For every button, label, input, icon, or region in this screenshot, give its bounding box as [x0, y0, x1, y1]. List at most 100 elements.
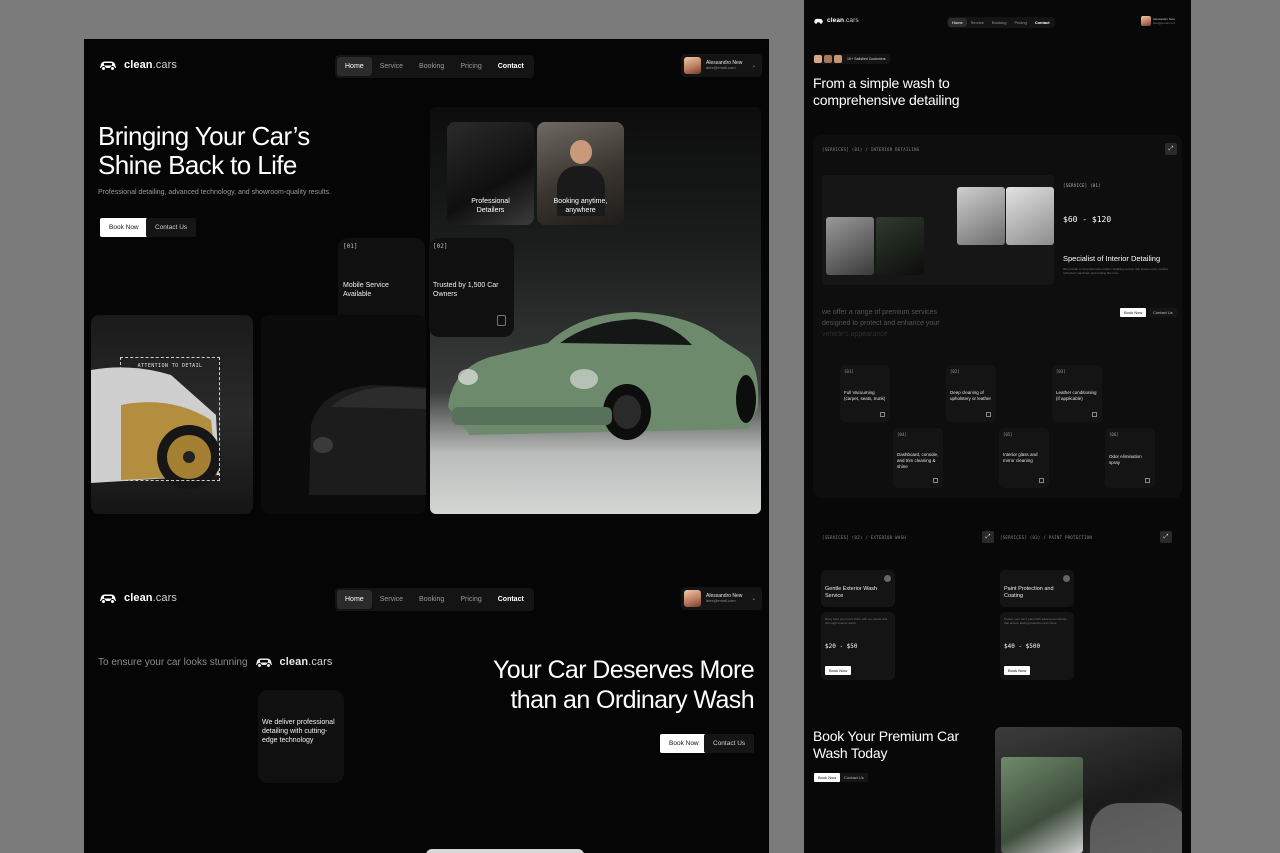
book-now-button[interactable]: Book Now — [1120, 308, 1147, 317]
nav-booking[interactable]: Booking — [988, 18, 1010, 27]
paint-details: Protect your car's paint with advanced c… — [1000, 612, 1074, 680]
main-nav-secondary: Home Service Booking Pricing Contact — [335, 588, 534, 611]
deliver-tile: We deliver professional detailing with cu… — [258, 690, 344, 783]
nav-contact[interactable]: Contact — [490, 590, 532, 609]
user-menu[interactable]: Alessandro New alex@email.com — [1141, 16, 1175, 26]
badge-icon — [497, 315, 506, 326]
grid-icon — [1039, 478, 1044, 483]
grid-icon — [1145, 478, 1150, 483]
hero-title: Bringing Your Car’s Shine Back to Life — [98, 121, 310, 180]
logo[interactable]: clean.cars — [813, 17, 859, 24]
attention-frame: ATTENTION TO DETAIL — [120, 357, 220, 481]
contact-us-button[interactable]: Contact Us — [146, 218, 197, 237]
inline-logo: clean.cars — [254, 656, 333, 668]
offer-text: we offer a range of premium services desi… — [822, 309, 940, 338]
chevron-down-icon: ⌄ — [751, 63, 757, 69]
black-car-photo — [261, 315, 426, 514]
booking-photo: Booking anytime, anywhere — [537, 122, 624, 225]
logo[interactable]: clean.cars — [98, 59, 177, 71]
car-icon — [813, 18, 824, 24]
grid-icon — [880, 412, 885, 417]
interior-photo-seats — [826, 217, 874, 275]
shield-icon — [1063, 575, 1070, 582]
main-nav: Home Service Booking Pricing Contact — [335, 55, 534, 78]
expand-icon[interactable]: ⤢ — [1165, 143, 1177, 155]
grid-icon — [986, 412, 991, 417]
interior-photo: Professional Detailers — [447, 122, 534, 225]
grid-icon — [1092, 412, 1097, 417]
interior-photo-detailer — [876, 217, 924, 275]
shield-icon — [884, 575, 891, 582]
service-card[interactable]: [01] Full Vacuuming (carpet, seats, trun… — [840, 365, 890, 422]
brand-name: clean — [124, 59, 153, 71]
book-now-button[interactable]: Book Now — [100, 218, 148, 237]
logo-secondary[interactable]: clean.cars — [98, 592, 177, 604]
interior-gallery — [822, 175, 1054, 285]
interior-service-panel: [SERVICES] (01) / INTERIOR DETAILING ⤢ [… — [813, 135, 1182, 498]
hero-subtitle: Professional detailing, advanced technol… — [98, 189, 331, 196]
services-page-artboard: clean.cars Home Service Booking Pricing … — [804, 0, 1191, 853]
trusted-tile: [02] Trusted by 1,500 Car Owners — [429, 238, 514, 337]
service-card[interactable]: [03] Leather conditioning (if applicable… — [1052, 365, 1102, 422]
car-icon — [254, 657, 274, 668]
contact-us-button[interactable]: Contact Us — [704, 734, 755, 753]
exterior-card[interactable]: Gentle Exterior Wash Service — [821, 570, 895, 607]
service-card[interactable]: [06] Odor elimination spray — [1105, 428, 1155, 488]
services-title: From a simple wash to comprehensive detai… — [813, 75, 960, 108]
book-now-button[interactable]: Book Now — [1004, 666, 1031, 675]
car-icon — [98, 60, 118, 71]
exterior-price: $20 - $50 — [825, 643, 858, 650]
exterior-details: Bring back your car's shine with our gen… — [821, 612, 895, 680]
nav-service[interactable]: Service — [372, 57, 411, 76]
nav-booking[interactable]: Booking — [411, 57, 452, 76]
nav-home[interactable]: Home — [948, 18, 967, 27]
interior-price: $60 - $120 — [1063, 215, 1112, 224]
interior-photo-dash — [957, 187, 1005, 245]
service-card[interactable]: [05] Interior glass and mirror cleaning — [999, 428, 1049, 488]
next-section-preview — [426, 849, 584, 853]
contact-us-button[interactable]: Contact Us — [1149, 308, 1177, 317]
expand-icon[interactable]: ⤢ — [982, 531, 994, 543]
nav-service[interactable]: Service — [967, 18, 988, 27]
user-menu[interactable]: Alessandro New alex@email.com ⌄ — [681, 54, 763, 77]
main-nav: Home Service Booking Pricing Contact — [947, 17, 1055, 28]
interior-photo-cabin — [1006, 187, 1054, 245]
grid-icon — [933, 478, 938, 483]
green-car-thumb — [1001, 757, 1083, 853]
landing-page-artboard: clean.cars Home Service Booking Pricing … — [84, 39, 769, 853]
customers-badge: 1K+ Satisfied Customers — [813, 54, 890, 64]
cta-car-photo — [995, 727, 1182, 853]
paint-price: $40 - $500 — [1004, 643, 1041, 650]
expand-icon[interactable]: ⤢ — [1160, 531, 1172, 543]
service-card[interactable]: [04] Dashboard, console, and trim cleani… — [893, 428, 943, 488]
cta-title: Book Your Premium Car Wash Today — [813, 728, 959, 761]
contact-us-button[interactable]: Contact Us — [840, 773, 868, 782]
nav-pricing[interactable]: Pricing — [1010, 18, 1030, 27]
brand-suffix: .cars — [152, 59, 177, 71]
nav-service[interactable]: Service — [372, 590, 411, 609]
book-now-button[interactable]: Book Now — [825, 666, 852, 675]
nav-contact[interactable]: Contact — [1031, 18, 1054, 27]
interior-desc: We provide a comprehensive interior deta… — [1063, 267, 1169, 275]
section2-title: Your Car Deserves More than an Ordinary … — [493, 656, 755, 714]
book-now-button[interactable]: Book Now — [660, 734, 708, 753]
gold-car-photo: ATTENTION TO DETAIL — [91, 315, 253, 514]
service-card[interactable]: [02] Deep cleaning of upholstery or leat… — [946, 365, 996, 422]
nav-pricing[interactable]: Pricing — [452, 590, 489, 609]
user-email: alex@email.com — [706, 65, 736, 71]
nav-pricing[interactable]: Pricing — [452, 57, 489, 76]
paint-card[interactable]: Paint Protection and Coating — [1000, 570, 1074, 607]
avatar — [684, 590, 701, 607]
nav-contact[interactable]: Contact — [490, 57, 532, 76]
chevron-down-icon: ⌄ — [751, 596, 757, 602]
book-now-button[interactable]: Book Now — [814, 773, 841, 782]
nav-home[interactable]: Home — [337, 57, 372, 76]
avatar — [1141, 16, 1151, 26]
nav-home[interactable]: Home — [337, 590, 372, 609]
nav-booking[interactable]: Booking — [411, 590, 452, 609]
user-menu-secondary[interactable]: Alessandro New alex@email.com ⌄ — [681, 587, 763, 610]
avatar — [684, 57, 701, 74]
interior-title: Specialist of Interior Detailing — [1063, 254, 1161, 263]
booking-caption: Booking anytime, anywhere — [553, 198, 608, 214]
car-icon — [98, 593, 118, 604]
